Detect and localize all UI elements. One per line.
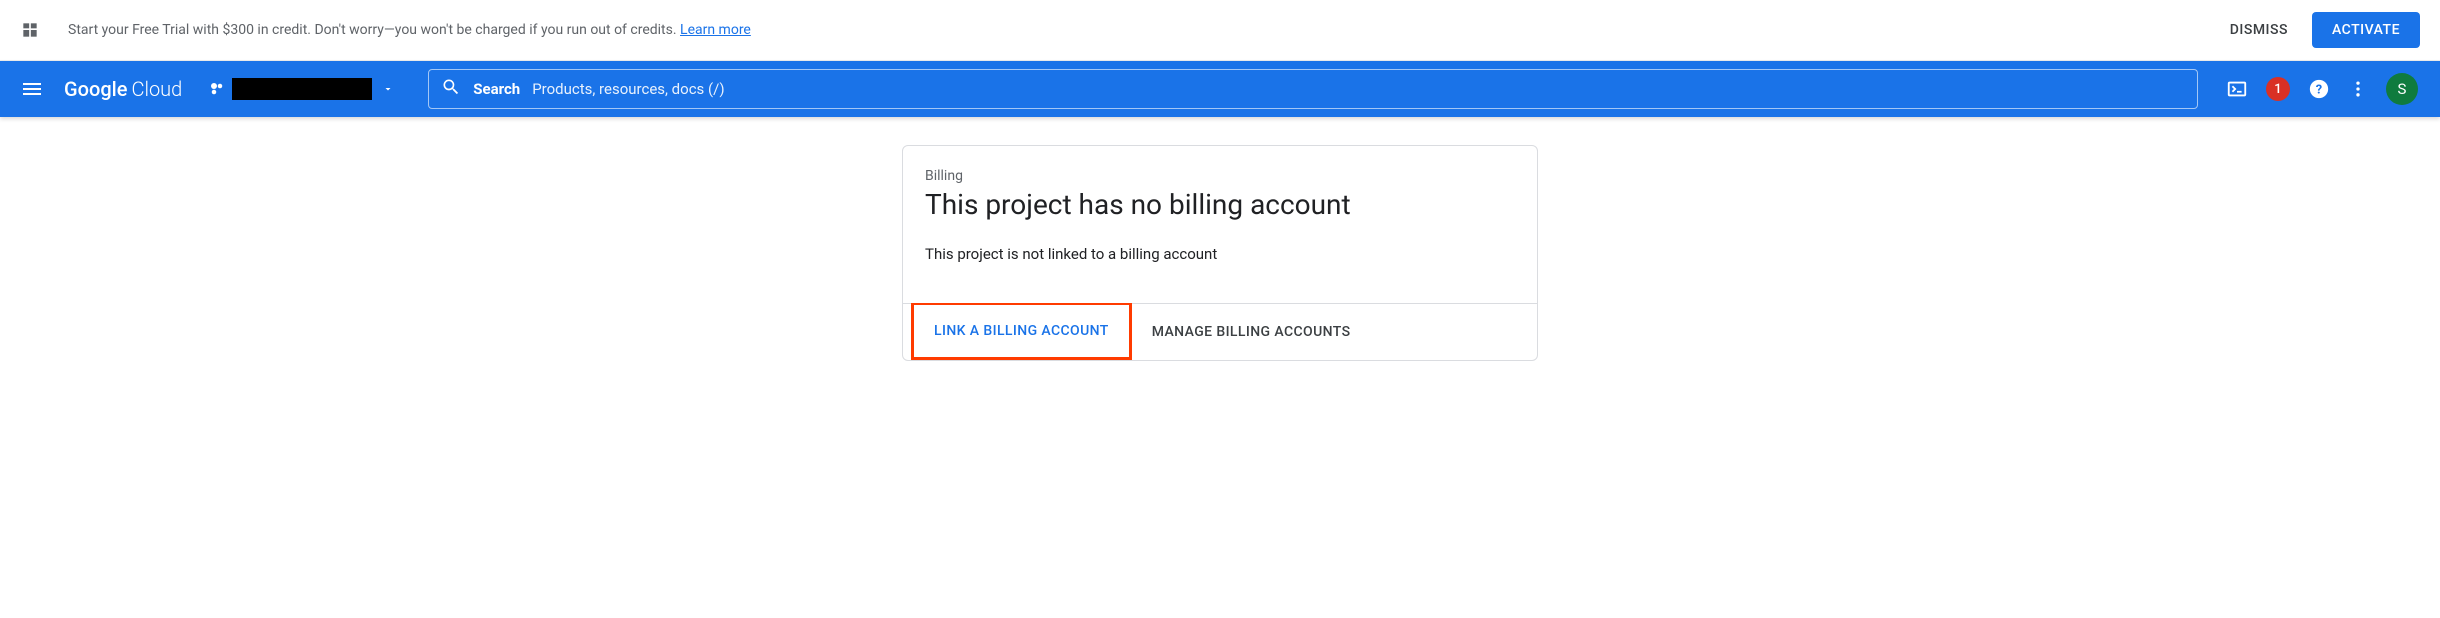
activate-button[interactable]: ACTIVATE (2312, 12, 2420, 48)
logo-light: Cloud (131, 77, 182, 101)
card-actions: LINK A BILLING ACCOUNT MANAGE BILLING AC… (903, 303, 1537, 360)
card-body: Billing This project has no billing acco… (903, 146, 1537, 285)
manage-billing-accounts-button[interactable]: MANAGE BILLING ACCOUNTS (1132, 304, 1371, 360)
project-dots-icon (208, 80, 226, 98)
chevron-down-icon (382, 80, 394, 99)
header-actions: 1 ? S (2226, 73, 2428, 105)
header-bar: Google Cloud Search Products, resources,… (0, 61, 2440, 117)
user-avatar[interactable]: S (2386, 73, 2418, 105)
search-icon (441, 77, 461, 101)
trial-banner: Start your Free Trial with $300 in credi… (0, 0, 2440, 61)
gift-icon (20, 20, 40, 40)
banner-message: Start your Free Trial with $300 in credi… (68, 22, 680, 38)
link-billing-account-button[interactable]: LINK A BILLING ACCOUNT (911, 303, 1132, 360)
cloud-shell-icon[interactable] (2226, 78, 2248, 100)
learn-more-link[interactable]: Learn more (680, 22, 751, 38)
help-icon[interactable]: ? (2308, 78, 2330, 100)
project-selector[interactable] (202, 74, 400, 104)
google-cloud-logo[interactable]: Google Cloud (64, 77, 182, 101)
svg-text:?: ? (2316, 83, 2322, 98)
more-vert-icon[interactable] (2348, 79, 2368, 99)
logo-bold: Google (64, 77, 127, 101)
dismiss-button[interactable]: DISMISS (2214, 14, 2304, 46)
hamburger-menu-icon[interactable] (12, 69, 52, 109)
search-label: Search (473, 80, 520, 98)
card-title: This project has no billing account (925, 188, 1515, 221)
billing-card: Billing This project has no billing acco… (902, 145, 1538, 361)
search-bar[interactable]: Search Products, resources, docs (/) (428, 69, 2198, 109)
project-name-redacted (232, 78, 372, 100)
banner-text: Start your Free Trial with $300 in credi… (68, 22, 2214, 38)
content-area: Billing This project has no billing acco… (0, 117, 2440, 361)
search-placeholder: Products, resources, docs (/) (532, 80, 724, 98)
card-description: This project is not linked to a billing … (925, 245, 1515, 263)
notification-badge[interactable]: 1 (2266, 77, 2290, 101)
breadcrumb: Billing (925, 168, 1515, 184)
